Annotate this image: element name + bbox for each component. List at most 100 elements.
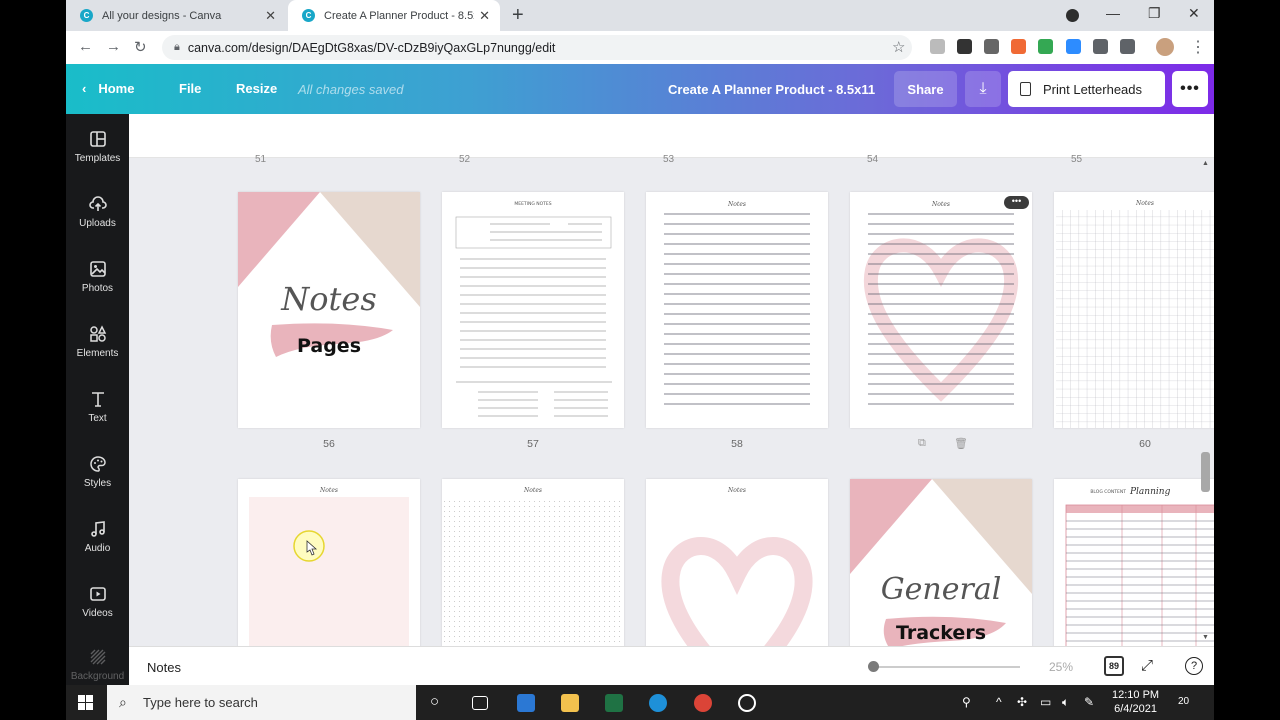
page-header-text: Notes xyxy=(523,487,542,494)
tray-chevron-icon[interactable]: ^ xyxy=(996,695,1002,709)
sidebar-item-background[interactable]: Background xyxy=(66,648,129,682)
upload-cloud-icon xyxy=(88,196,107,211)
sidebar-item-label: Background xyxy=(70,671,125,682)
close-window-icon[interactable]: ✕ xyxy=(1188,5,1200,22)
sidebar-item-styles[interactable]: Styles xyxy=(66,455,129,489)
cover-art: Notes Pages xyxy=(238,192,420,357)
notification-count: 20 xyxy=(1178,696,1190,707)
document-title[interactable]: Create A Planner Product - 8.5x11 xyxy=(668,82,875,97)
grid-paper-art: Notes xyxy=(1056,200,1214,428)
more-options-button[interactable]: ••• xyxy=(1172,71,1208,107)
scroll-up-icon[interactable]: ▲ xyxy=(1202,160,1209,167)
page-thumbnail-64[interactable]: General Trackers xyxy=(850,479,1032,646)
sidebar-item-elements[interactable]: Elements xyxy=(66,325,129,359)
google-drive-icon[interactable] xyxy=(1038,39,1053,54)
notes-button[interactable]: Notes xyxy=(147,660,181,675)
download-icon: ⤓ xyxy=(979,80,987,97)
people-icon[interactable]: ⚲ xyxy=(962,695,971,709)
trackers-cover-art: General Trackers xyxy=(850,479,1032,646)
cortana-icon[interactable]: ○ xyxy=(430,693,439,710)
volume-icon[interactable]: 🔈︎ xyxy=(1062,695,1069,710)
share-button[interactable]: Share xyxy=(894,71,957,107)
tab-all-designs[interactable]: C All your designs - Canva ✕ xyxy=(66,0,286,31)
extension-icon[interactable] xyxy=(1011,39,1026,54)
sidebar-item-templates[interactable]: Templates xyxy=(66,130,129,164)
page-grid-toggle[interactable]: 89 xyxy=(1104,656,1124,676)
taskbar-search-input[interactable]: ⌕ Type here to search xyxy=(107,685,416,720)
bookmark-star-icon[interactable]: ☆ xyxy=(892,38,905,56)
new-tab-icon[interactable]: + xyxy=(512,4,524,27)
browser-window: C All your designs - Canva ✕ C Create A … xyxy=(66,0,1214,685)
page-thumbnail-63[interactable]: Notes xyxy=(646,479,828,646)
cover-script-text: General xyxy=(881,572,1002,607)
restore-icon[interactable]: ❐ xyxy=(1148,5,1161,22)
forward-icon[interactable]: → xyxy=(106,38,121,55)
duplicate-page-icon[interactable]: ⧉ xyxy=(918,437,926,450)
sidebar-item-photos[interactable]: Photos xyxy=(66,260,129,294)
profile-avatar[interactable] xyxy=(1156,38,1174,56)
scroll-down-icon[interactable]: ▼ xyxy=(1202,634,1209,641)
home-button[interactable]: ‹ Home xyxy=(82,81,134,96)
video-icon xyxy=(89,587,106,601)
extension-icon[interactable] xyxy=(984,39,999,54)
palette-icon xyxy=(89,456,106,472)
sidebar-item-audio[interactable]: Audio xyxy=(66,520,129,554)
task-view-icon[interactable] xyxy=(472,696,488,710)
windows-start-icon[interactable] xyxy=(78,695,93,710)
fullscreen-expand-icon[interactable]: ⤢ xyxy=(1141,657,1153,674)
chrome-icon[interactable] xyxy=(694,694,712,712)
back-icon[interactable]: ← xyxy=(78,38,93,55)
zoom-level[interactable]: 25% xyxy=(1049,660,1073,674)
print-letterheads-button[interactable]: Print Letterheads xyxy=(1008,71,1165,107)
screen: C All your designs - Canva ✕ C Create A … xyxy=(0,0,1280,720)
edge-icon[interactable] xyxy=(649,694,667,712)
page-thumbnail-61[interactable]: Notes xyxy=(238,479,420,646)
file-menu-button[interactable]: File xyxy=(179,81,201,96)
address-bar[interactable]: 🔒︎ canva.com/design/DAEgDtG8xas/DV-cDzB9… xyxy=(162,35,912,60)
zoom-extension-icon[interactable] xyxy=(1066,39,1081,54)
page-thumbnail-60[interactable]: Notes xyxy=(1054,192,1214,428)
sidebar-item-videos[interactable]: Videos xyxy=(66,585,129,619)
download-button[interactable]: ⤓ xyxy=(965,71,1001,107)
close-tab-icon[interactable]: ✕ xyxy=(265,8,276,24)
extensions-puzzle-icon[interactable] xyxy=(1093,39,1108,54)
page-thumbnail-56[interactable]: Notes Pages xyxy=(238,192,420,428)
excel-icon[interactable] xyxy=(605,694,623,712)
sidebar-item-label: Audio xyxy=(84,543,111,554)
extension-icon[interactable] xyxy=(957,39,972,54)
page-thumbnail-57[interactable]: MEETING NOTES xyxy=(442,192,624,428)
tab-planner-product[interactable]: C Create A Planner Product - 8.5x11 ✕ xyxy=(288,0,500,31)
close-tab-icon[interactable]: ✕ xyxy=(479,8,490,24)
page-thumbnail-59[interactable]: Notes ••• xyxy=(850,192,1032,428)
chrome-menu-icon[interactable]: ⋮ xyxy=(1190,37,1206,57)
minimize-icon[interactable]: — xyxy=(1106,5,1120,21)
sidebar-item-text[interactable]: Text xyxy=(66,390,129,424)
resize-button[interactable]: Resize xyxy=(236,81,277,96)
more-dots-icon: ••• xyxy=(1180,80,1200,97)
url-text: canva.com/design/DAEgDtG8xas/DV-cDzB9iyQ… xyxy=(187,40,556,55)
reading-list-icon[interactable] xyxy=(1120,39,1135,54)
help-button[interactable]: ? xyxy=(1185,657,1203,675)
page-options-button[interactable]: ••• xyxy=(1004,196,1029,209)
app-icon[interactable] xyxy=(738,694,756,712)
vertical-scrollbar[interactable] xyxy=(1201,452,1210,492)
zoom-slider-track[interactable] xyxy=(873,666,1020,668)
page-header-script: Planning xyxy=(1129,487,1171,497)
page-thumbnail-65[interactable]: BLOG CONTENT Planning xyxy=(1054,479,1214,646)
page-thumbnail-62[interactable]: Notes xyxy=(442,479,624,646)
notifications-icon[interactable]: 20 xyxy=(1178,693,1189,707)
sidebar-item-uploads[interactable]: Uploads xyxy=(66,195,129,229)
delete-page-icon[interactable]: 🗑︎ xyxy=(954,437,968,450)
store-icon[interactable] xyxy=(517,694,535,712)
search-placeholder: Type here to search xyxy=(143,695,258,710)
page-thumbnail-58[interactable]: Notes xyxy=(646,192,828,428)
zoom-slider-handle[interactable] xyxy=(868,661,879,672)
system-clock[interactable]: 12:10 PM 6/4/2021 xyxy=(1112,688,1159,716)
file-explorer-icon[interactable] xyxy=(561,694,579,712)
tray-app-icon[interactable]: ✣ xyxy=(1017,695,1027,709)
pen-icon[interactable]: ✎ xyxy=(1084,695,1094,709)
reload-icon[interactable]: ↻ xyxy=(134,38,147,56)
tab-search-icon[interactable] xyxy=(1066,9,1079,22)
extension-icon[interactable] xyxy=(930,39,945,54)
sidebar-item-label: Videos xyxy=(82,608,113,619)
